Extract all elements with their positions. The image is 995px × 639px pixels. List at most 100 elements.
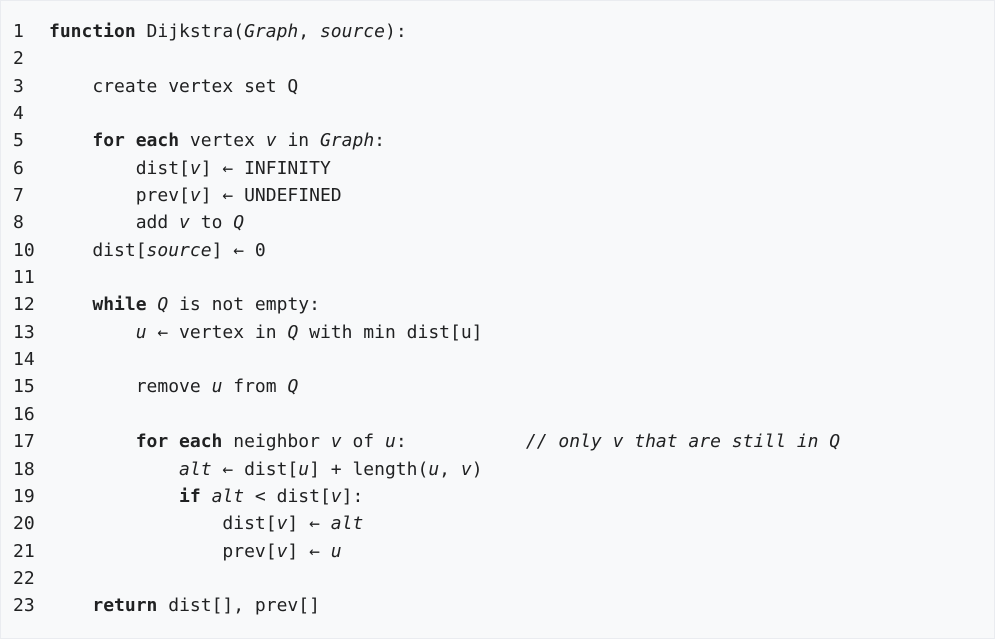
code-token: dist[ [49, 157, 190, 179]
variable-token: v [330, 485, 342, 507]
code-line: 18 alt ← dist[u] + length(u, v) [1, 456, 994, 483]
line-number: 10 [13, 239, 35, 261]
code-text: create vertex set Q [37, 73, 994, 100]
code-token: add [49, 212, 180, 234]
code-line: 6 dist[v] ← INFINITY [1, 155, 994, 182]
code-line: 15 remove u from Q [1, 373, 994, 400]
variable-token: u [298, 458, 310, 480]
variable-token: Q [287, 321, 299, 343]
code-line: 23 return dist[], prev[] [1, 592, 994, 619]
code-token: is not empty: [168, 294, 320, 316]
code-token: ] ← [287, 540, 331, 562]
line-number: 21 [13, 540, 35, 562]
code-line: 14 [1, 346, 994, 373]
variable-token: v [265, 130, 277, 152]
variable-token: Q [287, 376, 299, 398]
code-line: 16 [1, 401, 994, 428]
code-token: prev[ [49, 540, 277, 562]
variable-token: u [428, 458, 440, 480]
code-token: with min dist[u] [298, 321, 483, 343]
variable-token: source [319, 21, 385, 42]
code-line: 11 [1, 264, 994, 291]
code-line: 10 dist[source] ← 0 [1, 237, 994, 264]
line-number: 23 [13, 595, 35, 617]
code-token: prev[ [49, 185, 190, 207]
code-token: : [395, 431, 526, 453]
line-number: 8 [13, 212, 24, 234]
variable-token: v [179, 212, 190, 234]
code-token: ): [384, 21, 407, 42]
line-number: 4 [13, 103, 24, 125]
variable-token: Q [157, 294, 169, 316]
keyword-token: if [179, 485, 201, 507]
code-line: 19 if alt < dist[v]: [1, 483, 994, 510]
line-number: 14 [13, 349, 35, 371]
code-text: return dist[], prev[] [37, 592, 994, 619]
variable-token: v [330, 431, 342, 453]
code-text: for each neighbor v of u: // only v that… [37, 428, 994, 455]
code-token: < dist[ [244, 485, 331, 507]
variable-token: u [330, 540, 342, 562]
keyword-token: for each [92, 130, 180, 152]
line-number: 12 [13, 294, 35, 316]
variable-token: v [189, 157, 201, 179]
code-line: 2 [1, 45, 994, 72]
variable-token: Q [233, 212, 245, 234]
variable-token: v [189, 185, 201, 207]
keyword-token: while [92, 294, 147, 316]
line-number: 15 [13, 376, 35, 398]
code-line: 7 prev[v] ← UNDEFINED [1, 182, 994, 209]
code-line: 4 [1, 100, 994, 127]
code-text: prev[v] ← u [37, 538, 994, 565]
code-token: vertex [179, 130, 266, 152]
line-number: 17 [13, 431, 35, 453]
line-number: 20 [13, 513, 35, 535]
code-line: 21 prev[v] ← u [1, 538, 994, 565]
line-number: 3 [13, 75, 24, 97]
code-text: while Q is not empty: [37, 291, 994, 318]
code-token: dist[ [49, 239, 147, 261]
line-number: 2 [13, 48, 24, 70]
code-token: : [374, 130, 385, 152]
code-token: ← vertex in [146, 321, 288, 343]
variable-token: v [460, 458, 472, 480]
code-token: of [341, 431, 385, 453]
code-token: dist[], prev[] [157, 595, 320, 617]
variable-token: v [276, 540, 288, 562]
line-number: 18 [13, 458, 35, 480]
keyword-token: return [92, 595, 158, 617]
variable-token: u [211, 376, 223, 398]
code-token: , [298, 21, 320, 42]
code-token: ] ← [287, 513, 331, 535]
variable-token: u [135, 321, 147, 343]
code-line: 22 [1, 565, 994, 592]
code-line: 8 add v to Q [1, 209, 994, 236]
code-token: to [189, 212, 234, 234]
variable-token: u [384, 431, 396, 453]
code-token: ]: [341, 485, 364, 507]
code-text: remove u from Q [37, 373, 994, 400]
code-text: add v to Q [37, 209, 994, 236]
code-token: from [222, 376, 288, 398]
keyword-token: function [49, 21, 136, 42]
code-token: in [276, 130, 320, 152]
line-number: 6 [13, 157, 24, 179]
code-text: for each vertex v in Graph: [37, 127, 994, 154]
line-number: 5 [13, 130, 24, 152]
code-token: ] + length( [309, 458, 429, 480]
code-line: 13 u ← vertex in Q with min dist[u] [1, 319, 994, 346]
line-number: 22 [13, 567, 35, 589]
code-token: ) [471, 458, 483, 480]
